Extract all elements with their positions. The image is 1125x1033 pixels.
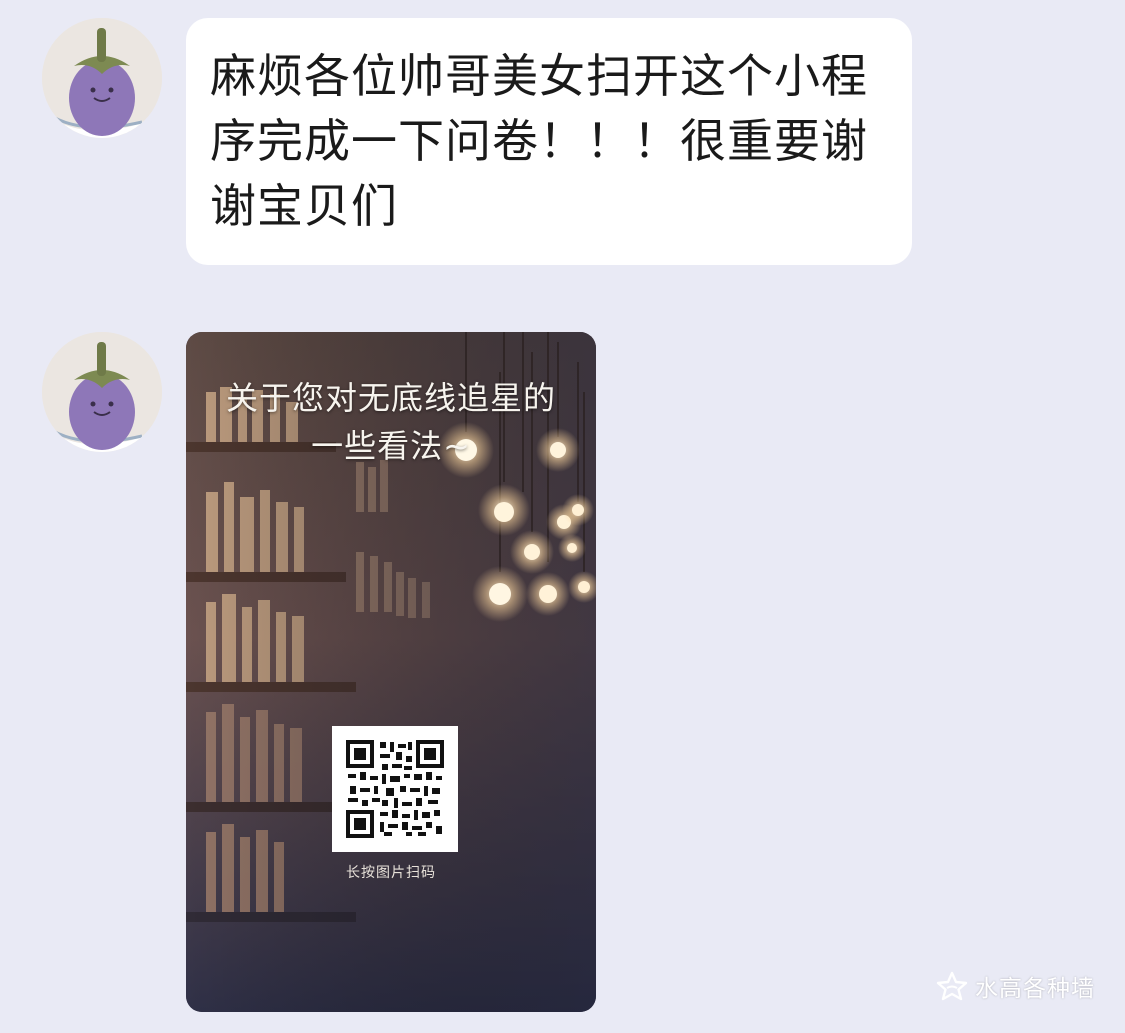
message-bubble[interactable]: 麻烦各位帅哥美女扫开这个小程 序完成一下问卷！！！很重要谢 谢宝贝们 <box>186 18 912 265</box>
qr-code-icon <box>346 740 444 838</box>
avatar[interactable] <box>42 18 162 138</box>
survey-poster-image[interactable]: 关于您对无底线追星的 一些看法~ 长按图片扫码 <box>186 332 596 1012</box>
avatar[interactable] <box>42 332 162 452</box>
poster-title-line: 关于您对无底线追星的 <box>225 379 556 417</box>
watermark: 水高各种墙 <box>935 969 1095 1003</box>
eggplant-avatar-icon <box>42 18 162 138</box>
message-line: 序完成一下问卷！！！很重要谢 <box>210 114 868 168</box>
chat-message-text: 麻烦各位帅哥美女扫开这个小程 序完成一下问卷！！！很重要谢 谢宝贝们 <box>42 18 912 265</box>
star-logo-icon <box>936 971 968 1001</box>
qr-code[interactable] <box>332 726 458 852</box>
message-line: 谢宝贝们 <box>210 179 398 233</box>
poster-title-line: 一些看法~ <box>311 427 471 465</box>
qr-caption: 长按图片扫码 <box>346 865 436 881</box>
message-line: 麻烦各位帅哥美女扫开这个小程 <box>210 49 868 103</box>
eggplant-avatar-icon <box>42 332 162 452</box>
watermark-text: 水高各种墙 <box>975 976 1095 1002</box>
chat-message-image: 关于您对无底线追星的 一些看法~ 长按图片扫码 <box>42 332 596 1012</box>
